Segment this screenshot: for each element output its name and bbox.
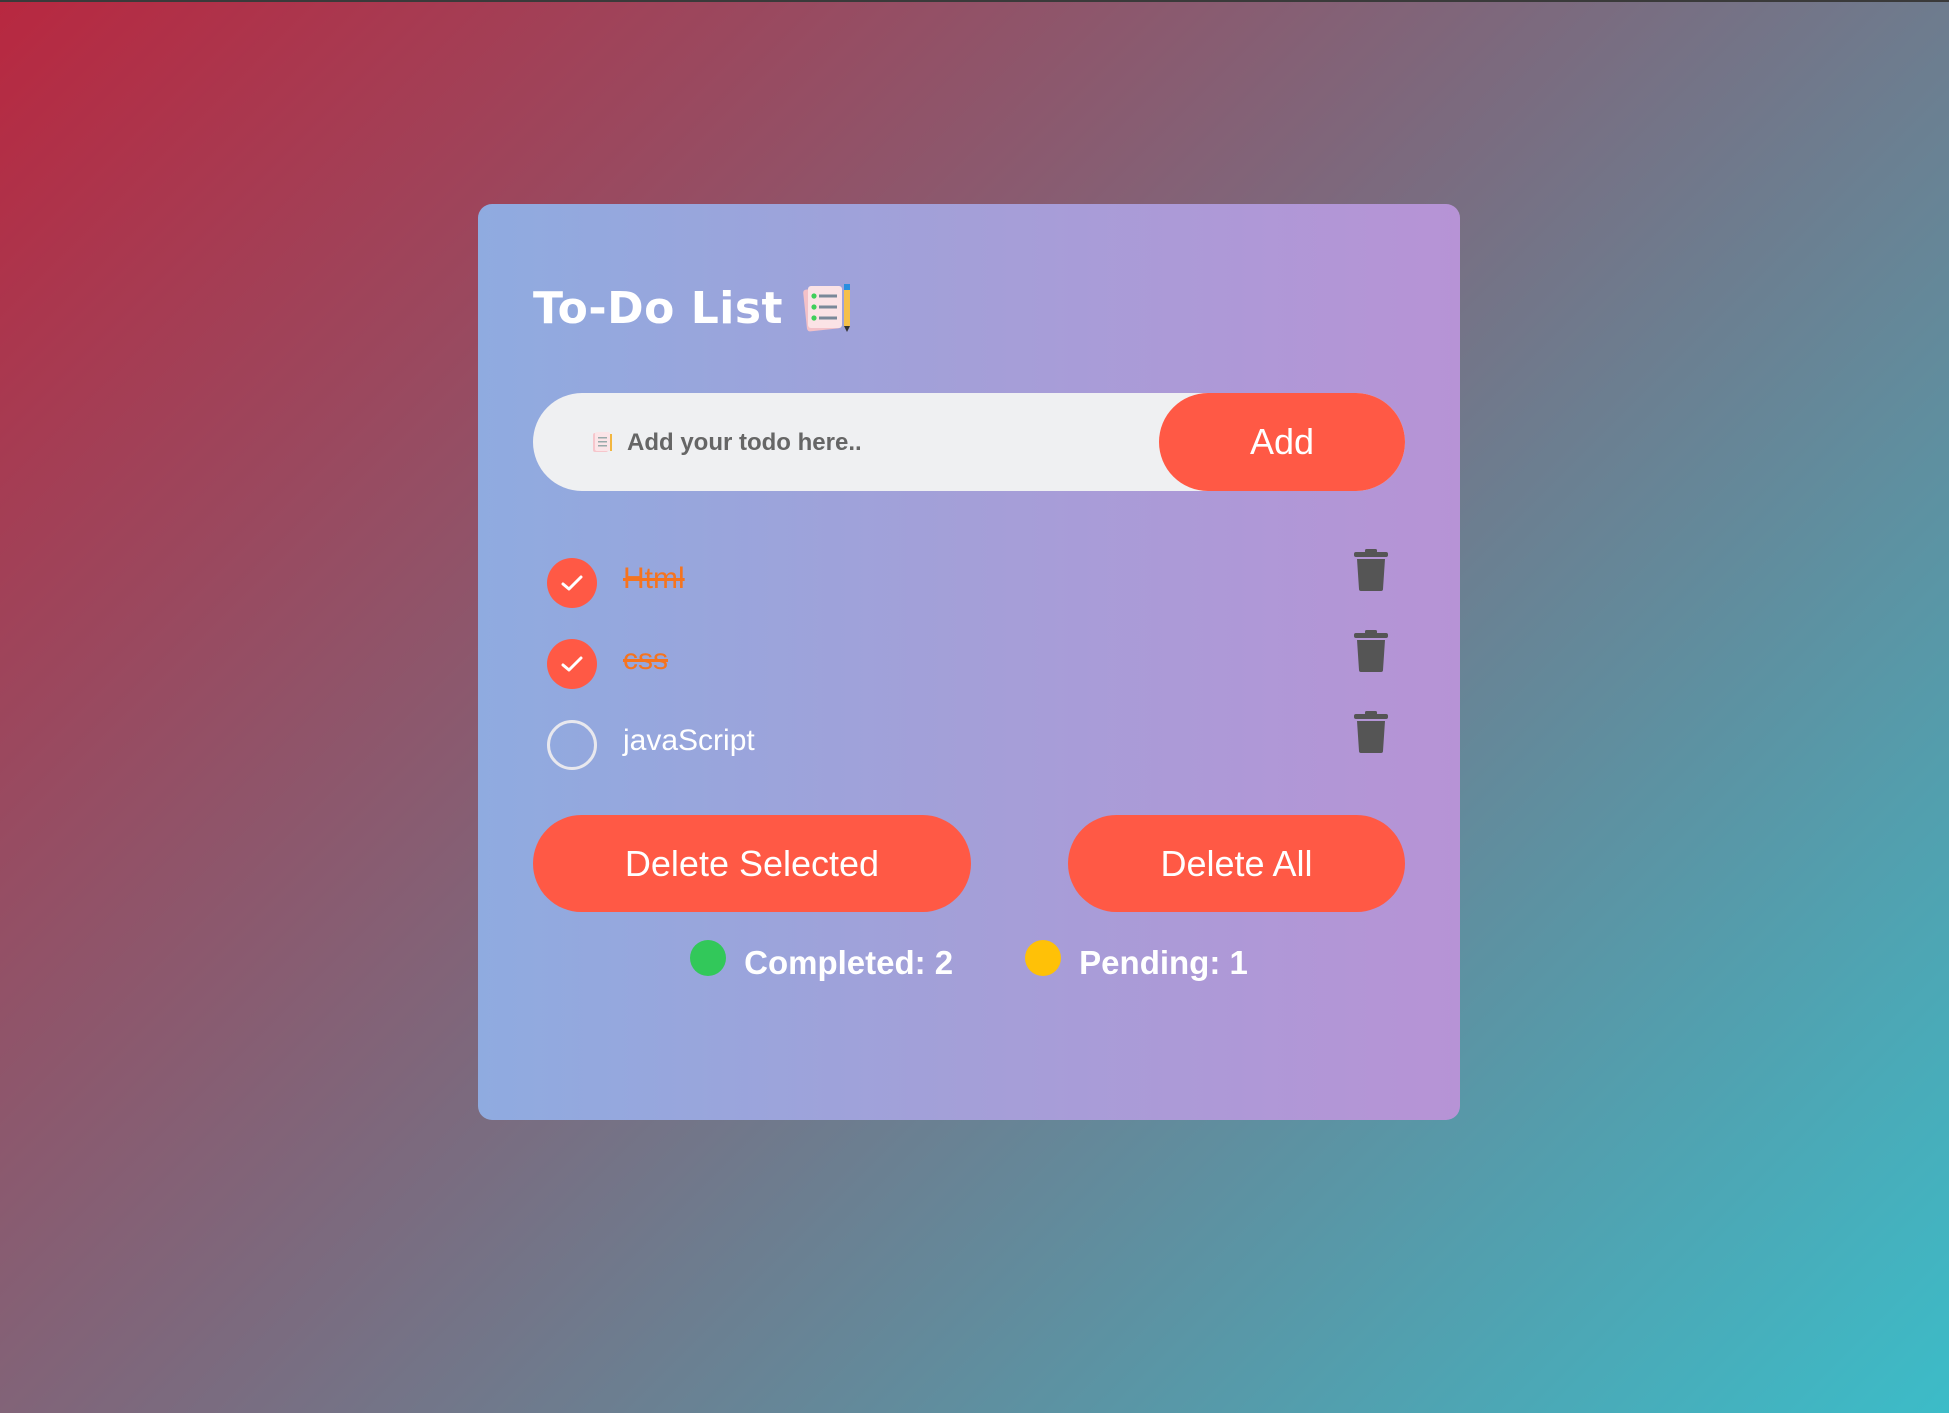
check-icon <box>561 656 583 672</box>
completed-dot-icon <box>690 940 727 976</box>
check-icon <box>561 575 583 591</box>
trash-icon[interactable] <box>1353 549 1389 596</box>
todo-text: css <box>623 643 668 676</box>
todo-checkbox[interactable] <box>547 720 597 770</box>
page-title: To-Do List <box>533 282 784 334</box>
add-todo-form: Add <box>533 393 1405 493</box>
todo-input[interactable] <box>625 393 1149 493</box>
todo-stats: Completed: 2 Pending: 1 <box>478 940 1460 982</box>
completed-count: Completed: 2 <box>744 944 954 981</box>
pending-count: Pending: 1 <box>1079 944 1248 981</box>
delete-all-button[interactable]: Delete All <box>1068 815 1405 912</box>
add-button[interactable]: Add <box>1159 393 1405 491</box>
delete-selected-button[interactable]: Delete Selected <box>533 815 971 912</box>
pending-dot-icon <box>1025 940 1062 976</box>
list-item[interactable]: javaScript <box>533 706 1405 787</box>
notepad-pencil-icon <box>801 282 853 334</box>
todo-card: To-Do List Add your todo here.. Add Html… <box>478 204 1460 1120</box>
trash-icon[interactable] <box>1353 711 1389 758</box>
trash-icon[interactable] <box>1353 630 1389 677</box>
list-item[interactable]: css <box>533 625 1405 706</box>
todo-text: javaScript <box>623 724 755 757</box>
pending-stat: Pending: 1 <box>1025 940 1248 982</box>
todo-text: Html <box>623 562 685 595</box>
completed-stat: Completed: 2 <box>690 940 954 982</box>
list-item[interactable]: Html <box>533 544 1405 625</box>
todo-list: Html css javaScript <box>533 544 1405 787</box>
todo-checkbox[interactable] <box>547 558 597 608</box>
memo-icon <box>591 431 613 460</box>
todo-checkbox[interactable] <box>547 639 597 689</box>
app-header: To-Do List <box>533 282 853 334</box>
